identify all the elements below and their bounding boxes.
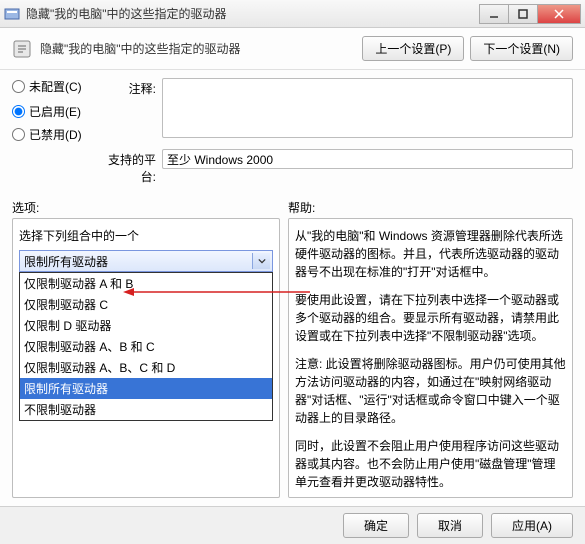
ok-button[interactable]: 确定 xyxy=(343,513,409,538)
prev-setting-button[interactable]: 上一个设置(P) xyxy=(362,36,464,61)
radio-enabled-label[interactable]: 已启用(E) xyxy=(29,103,81,120)
comment-textarea[interactable] xyxy=(162,78,573,138)
combo-selected-text: 限制所有驱动器 xyxy=(24,253,108,270)
help-paragraph: 从"我的电脑"和 Windows 资源管理器删除代表所选硬件驱动器的图标。并且，… xyxy=(295,227,566,281)
combo-dropdown: 仅限制驱动器 A 和 B仅限制驱动器 C仅限制 D 驱动器仅限制驱动器 A、B … xyxy=(19,272,273,421)
options-header: 选项: xyxy=(12,199,288,216)
platform-label: 支持的平台: xyxy=(102,149,162,185)
apply-button[interactable]: 应用(A) xyxy=(491,513,573,538)
next-setting-button[interactable]: 下一个设置(N) xyxy=(470,36,573,61)
footer: 确定 取消 应用(A) xyxy=(0,506,585,544)
chevron-down-icon xyxy=(252,253,270,269)
combo-option[interactable]: 限制所有驱动器 xyxy=(20,378,272,399)
titlebar: 隐藏"我的电脑"中的这些指定的驱动器 xyxy=(0,0,585,28)
help-paragraph: 同时，此设置不会阻止用户使用程序访问这些驱动器或其内容。也不会防止用户使用"磁盘… xyxy=(295,437,566,491)
policy-icon xyxy=(12,39,32,59)
app-icon xyxy=(4,6,20,22)
combo-option[interactable]: 仅限制驱动器 A、B 和 C xyxy=(20,336,272,357)
radio-disabled-label[interactable]: 已禁用(D) xyxy=(29,126,82,143)
header-row: 隐藏"我的电脑"中的这些指定的驱动器 上一个设置(P) 下一个设置(N) xyxy=(0,28,585,70)
combo-option[interactable]: 仅限制驱动器 C xyxy=(20,294,272,315)
drive-combo[interactable]: 限制所有驱动器 xyxy=(19,250,273,272)
radio-enabled[interactable] xyxy=(12,105,25,118)
help-paragraph: 要使用此设置，请在下拉列表中选择一个驱动器或多个驱动器的组合。要显示所有驱动器，… xyxy=(295,291,566,345)
maximize-button[interactable] xyxy=(508,4,538,24)
close-button[interactable] xyxy=(537,4,581,24)
radio-not-configured[interactable] xyxy=(12,80,25,93)
window-title: 隐藏"我的电脑"中的这些指定的驱动器 xyxy=(26,5,480,22)
minimize-button[interactable] xyxy=(479,4,509,24)
options-panel: 选择下列组合中的一个 限制所有驱动器 仅限制驱动器 A 和 B仅限制驱动器 C仅… xyxy=(12,218,280,498)
columns-header: 选项: 帮助: xyxy=(0,195,585,218)
combo-option[interactable]: 仅限制 D 驱动器 xyxy=(20,315,272,336)
combo-label: 选择下列组合中的一个 xyxy=(19,227,273,244)
page-title: 隐藏"我的电脑"中的这些指定的驱动器 xyxy=(40,40,356,57)
platform-field xyxy=(162,149,573,169)
help-panel: 从"我的电脑"和 Windows 资源管理器删除代表所选硬件驱动器的图标。并且，… xyxy=(288,218,573,498)
columns: 选择下列组合中的一个 限制所有驱动器 仅限制驱动器 A 和 B仅限制驱动器 C仅… xyxy=(0,218,585,506)
radio-not-configured-label[interactable]: 未配置(C) xyxy=(29,78,82,95)
radio-disabled[interactable] xyxy=(12,128,25,141)
combo-option[interactable]: 仅限制驱动器 A 和 B xyxy=(20,273,272,294)
comment-label: 注释: xyxy=(102,78,162,97)
form-area: 未配置(C) 注释: 已启用(E) 已禁用(D) 支持的平台: xyxy=(0,70,585,195)
cancel-button[interactable]: 取消 xyxy=(417,513,483,538)
combo-option[interactable]: 仅限制驱动器 A、B、C 和 D xyxy=(20,357,272,378)
help-paragraph: 注意: 此设置将删除驱动器图标。用户仍可使用其他方法访问驱动器的内容，如通过在"… xyxy=(295,355,566,427)
window-controls xyxy=(480,4,581,24)
help-header: 帮助: xyxy=(288,199,573,216)
combo-option[interactable]: 不限制驱动器 xyxy=(20,399,272,420)
